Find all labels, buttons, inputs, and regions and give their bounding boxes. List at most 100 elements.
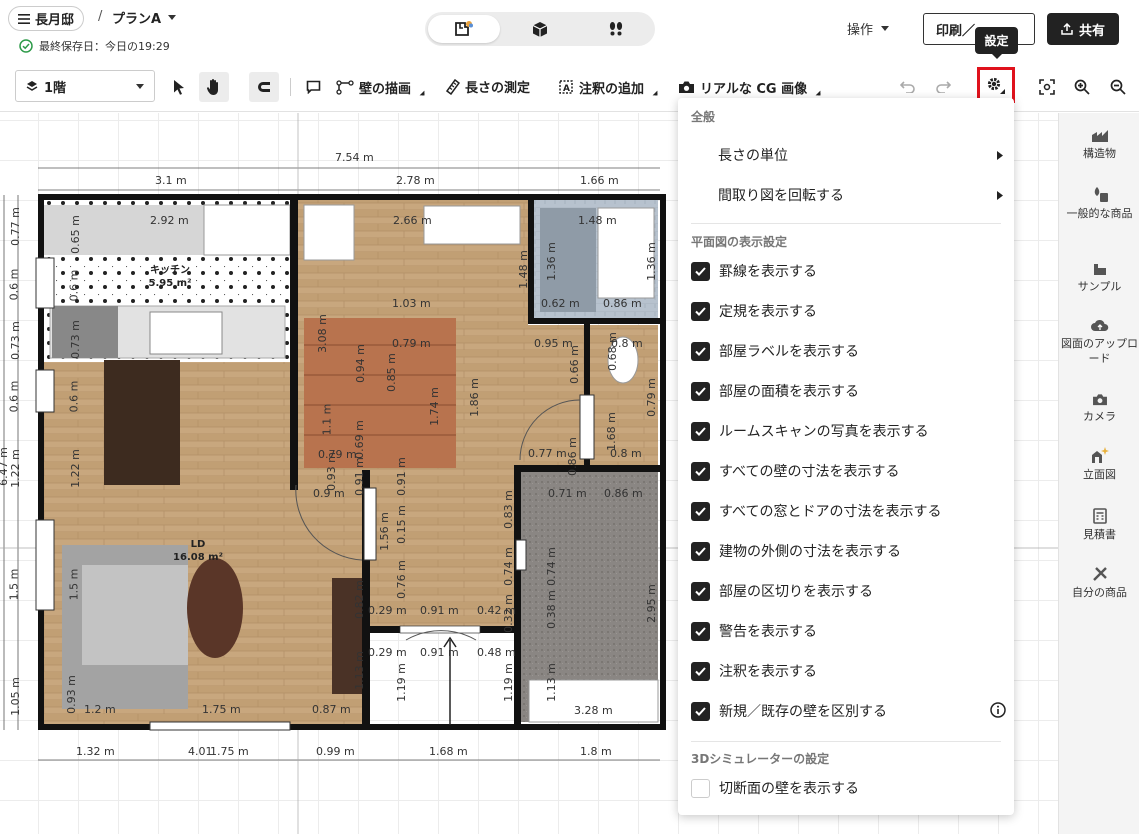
dim-label: 1.74 m: [427, 387, 441, 426]
checkbox-checked[interactable]: [691, 261, 710, 281]
share-button[interactable]: 共有: [1047, 13, 1119, 45]
checkbox-checked[interactable]: [691, 581, 710, 601]
project-menu-button[interactable]: 長月邸: [8, 6, 85, 31]
option-label: 建物の外側の寸法を表示する: [719, 544, 901, 560]
option-show-warnings[interactable]: 警告を表示する: [691, 619, 1006, 643]
rail-item-estimate[interactable]: 見積書: [1059, 508, 1139, 542]
cube-3d-icon: [532, 21, 548, 38]
option-label: 定規を表示する: [719, 304, 817, 320]
dim-label: 0.79 m: [644, 378, 658, 417]
pan-tool-button[interactable]: [199, 72, 229, 102]
units-menu-item[interactable]: 長さの単位: [718, 145, 1003, 165]
info-icon[interactable]: [990, 702, 1006, 718]
view-2d-button[interactable]: [428, 15, 500, 43]
checkbox-checked[interactable]: [691, 541, 710, 561]
checkbox-checked[interactable]: [691, 341, 710, 361]
dim-label: 1.75 m: [210, 745, 249, 758]
view-3d-button[interactable]: [504, 15, 576, 43]
option-label: 注釈を表示する: [719, 664, 817, 680]
checkbox-unchecked[interactable]: [691, 778, 710, 798]
dim-label: 0.99 m: [316, 745, 355, 758]
walkthrough-button[interactable]: [580, 15, 652, 43]
draw-wall-tool[interactable]: 壁の描画: [336, 77, 426, 97]
print-label: 印刷／: [936, 23, 976, 39]
rail-item-structure[interactable]: 構造物: [1059, 127, 1139, 161]
rail-item-elevation[interactable]: 立面図: [1059, 446, 1139, 482]
checkbox-checked[interactable]: [691, 501, 710, 521]
room-tool-button[interactable]: [298, 72, 328, 102]
option-show-room-area[interactable]: 部屋の面積を表示する: [691, 379, 1006, 403]
checkbox-checked[interactable]: [691, 421, 710, 441]
checkbox-checked[interactable]: [691, 621, 710, 641]
rail-label: 構造物: [1083, 147, 1116, 160]
option-label: 切断面の壁を表示する: [719, 781, 859, 797]
dim-label: 1.03 m: [392, 297, 431, 310]
checkbox-checked[interactable]: [691, 701, 710, 721]
zoom-in-button[interactable]: [1067, 72, 1097, 102]
submenu-indicator: [419, 90, 425, 96]
option-show-grid[interactable]: 罫線を表示する: [691, 259, 1006, 283]
rail-item-camera[interactable]: カメラ: [1059, 393, 1139, 424]
add-note-tool[interactable]: A 注釈の追加: [558, 77, 659, 97]
option-distinguish-walls[interactable]: 新規／既存の壁を区別する: [691, 699, 1006, 723]
dim-label: 1.36 m: [644, 242, 658, 281]
option-show-room-labels[interactable]: 部屋ラベルを表示する: [691, 339, 1006, 363]
fit-view-button[interactable]: [1032, 72, 1062, 102]
dim-label: 1.5 m: [7, 568, 21, 601]
snap-toggle-button[interactable]: [249, 72, 279, 102]
room-label-ld[interactable]: LD 16.08 m²: [168, 538, 228, 564]
dim-label: 0.79 m: [392, 337, 431, 350]
upload-icon: [1090, 319, 1109, 333]
option-show-window-door-dims[interactable]: すべての窓とドアの寸法を表示する: [691, 499, 1006, 523]
dim-label: 1.68 m: [429, 745, 468, 758]
dim-label: 2.78 m: [396, 174, 435, 187]
dim-label: 0.77 m: [8, 207, 22, 246]
checkbox-checked[interactable]: [691, 301, 710, 321]
dim-label: 1.56 m: [377, 512, 391, 551]
dim-label: 2.95 m: [644, 584, 658, 623]
operations-label: 操作: [847, 23, 874, 38]
real-cg-tool[interactable]: リアルな CG 画像: [678, 77, 822, 97]
option-show-cut-walls[interactable]: 切断面の壁を表示する: [691, 776, 1006, 800]
option-label: すべての壁の寸法を表示する: [719, 464, 900, 480]
option-show-room-dividers[interactable]: 部屋の区切りを表示する: [691, 579, 1006, 603]
share-upload-icon: [1061, 23, 1073, 35]
zoom-out-button[interactable]: [1103, 72, 1133, 102]
checkbox-checked[interactable]: [691, 381, 710, 401]
rotate-menu-item[interactable]: 間取り図を回転する: [718, 185, 1003, 205]
rail-item-products[interactable]: 一般的な商品: [1059, 185, 1139, 221]
dim-label: 0.76 m: [394, 560, 408, 599]
dim-label: 6.47 m: [0, 447, 10, 486]
option-show-ruler[interactable]: 定規を表示する: [691, 299, 1006, 323]
option-show-exterior-dims[interactable]: 建物の外側の寸法を表示する: [691, 539, 1006, 563]
rail-item-my-products[interactable]: 自分の商品: [1059, 566, 1139, 600]
select-tool-button[interactable]: [164, 72, 194, 102]
floor-select[interactable]: 1階: [15, 70, 155, 102]
footsteps-icon: [608, 21, 624, 37]
dim-label: 0.86 m: [603, 297, 642, 310]
right-sidebar: 構造物 一般的な商品 サンプル 図面のアップロード カメラ 立面図 見積書 自分…: [1058, 113, 1139, 834]
option-show-annotations[interactable]: 注釈を表示する: [691, 659, 1006, 683]
annotation-icon: A: [558, 79, 574, 95]
dim-label: 0.38 m: [544, 590, 558, 629]
dim-label: 0.86 m: [565, 437, 579, 476]
project-name: 長月邸: [35, 13, 75, 28]
dim-label: 1.75 m: [202, 703, 241, 716]
rail-item-upload[interactable]: 図面のアップロード: [1059, 319, 1139, 366]
measure-tool[interactable]: 長さの測定: [446, 77, 530, 96]
draw-wall-label: 壁の描画: [359, 81, 412, 97]
option-show-roomscan-photos[interactable]: ルームスキャンの写真を表示する: [691, 419, 1006, 443]
operations-menu[interactable]: 操作: [847, 19, 890, 38]
dim-label: 0.91 m: [394, 457, 408, 496]
room-label-kitchen[interactable]: キッチン 5.95 m²: [140, 264, 200, 290]
plan-selector[interactable]: プランA: [112, 8, 177, 27]
dim-label: 1.5 m: [67, 568, 81, 601]
rail-item-sample[interactable]: サンプル: [1059, 260, 1139, 294]
checkbox-checked[interactable]: [691, 461, 710, 481]
speech-square-icon: [306, 80, 321, 94]
chevron-right-icon: [997, 190, 1003, 200]
checkbox-checked[interactable]: [691, 661, 710, 681]
simulator-header: 3Dシミュレーターの設定: [691, 752, 830, 766]
ruler-icon: [446, 78, 460, 95]
option-show-wall-dims[interactable]: すべての壁の寸法を表示する: [691, 459, 1006, 483]
